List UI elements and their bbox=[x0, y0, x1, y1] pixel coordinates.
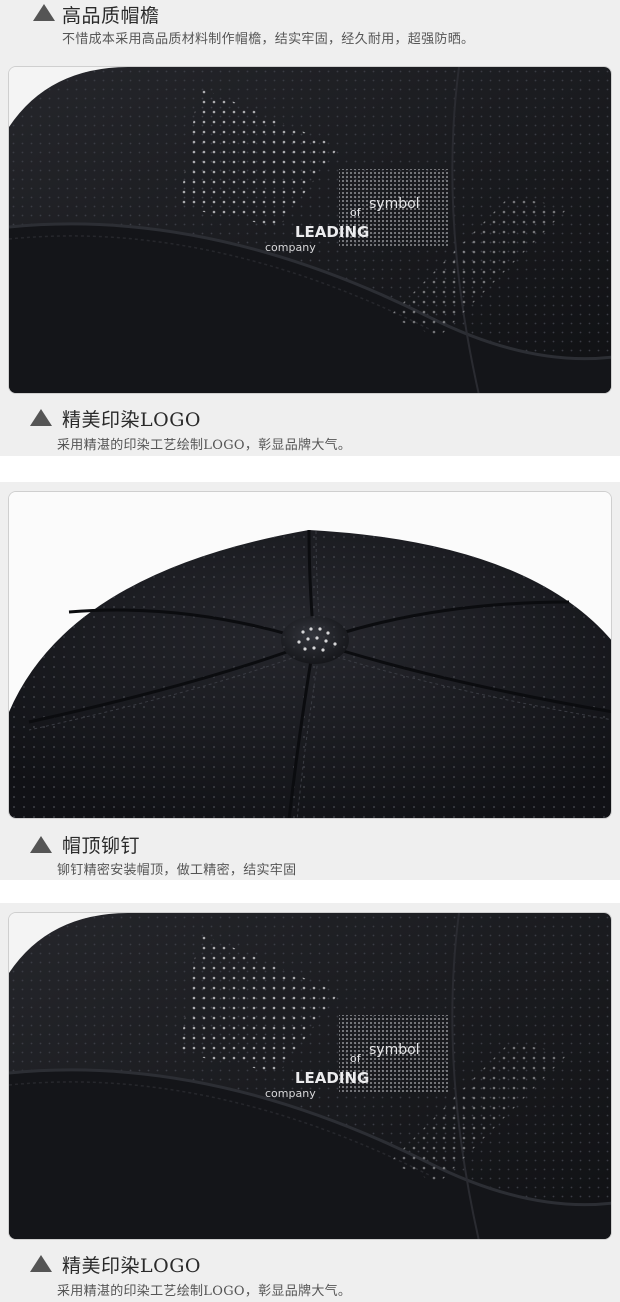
feature-description: 铆钉精密安装帽顶，做工精密，结实牢固 bbox=[57, 863, 297, 878]
feature-caption: 帽顶铆钉 铆钉精密安装帽顶，做工精密，结实牢固 bbox=[0, 826, 620, 880]
feature-description: 采用精湛的印染工艺绘制LOGO，彰显品牌大气。 bbox=[57, 1284, 352, 1299]
feature-title: 精美印染LOGO bbox=[62, 409, 201, 431]
logo-text-line4: company bbox=[265, 241, 316, 254]
triangle-up-icon bbox=[33, 4, 55, 21]
triangle-up-icon bbox=[30, 836, 52, 853]
feature-title: 帽顶铆钉 bbox=[62, 835, 141, 857]
feature-caption: 精美印染LOGO 采用精湛的印染工艺绘制LOGO，彰显品牌大气。 bbox=[0, 1248, 620, 1302]
logo-text-line4: company bbox=[265, 1087, 316, 1100]
logo-text-line2: of bbox=[350, 206, 362, 219]
cap-crown-photo bbox=[8, 491, 612, 819]
cap-brim-photo: symbol of LEADING company bbox=[8, 912, 612, 1240]
triangle-up-icon bbox=[30, 409, 52, 426]
triangle-up-icon bbox=[30, 1255, 52, 1272]
feature-caption: 精美印染LOGO 采用精湛的印染工艺绘制LOGO，彰显品牌大气。 bbox=[0, 402, 620, 456]
feature-description: 不惜成本采用高品质材料制作帽檐，结实牢固，经久耐用，超强防晒。 bbox=[62, 32, 475, 47]
logo-text-line2: of bbox=[350, 1052, 362, 1065]
feature-description: 采用精湛的印染工艺绘制LOGO，彰显品牌大气。 bbox=[57, 438, 352, 453]
cap-brim-photo: symbol of LEADING company bbox=[8, 66, 612, 394]
logo-text-line3: LEADING bbox=[295, 223, 369, 241]
logo-text-line1: symbol bbox=[369, 196, 420, 212]
feature-title: 精美印染LOGO bbox=[62, 1255, 201, 1277]
logo-text-line3: LEADING bbox=[295, 1069, 369, 1087]
feature-title: 高品质帽檐 bbox=[62, 5, 160, 27]
feature-caption: 高品质帽檐 不惜成本采用高品质材料制作帽檐，结实牢固，经久耐用，超强防晒。 bbox=[0, 0, 620, 50]
logo-text-line1: symbol bbox=[369, 1042, 420, 1058]
